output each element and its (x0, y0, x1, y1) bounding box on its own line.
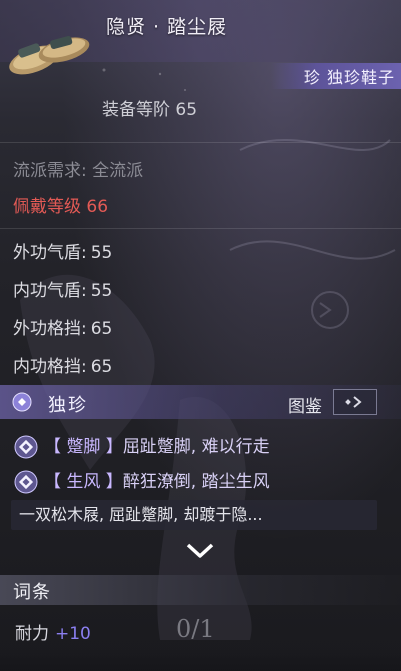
stat-row: 外功气盾: 55 (13, 238, 112, 263)
bottom-fade (0, 648, 401, 671)
divider (0, 228, 401, 229)
stat-label: 外功格挡: (13, 319, 87, 339)
affix-header (0, 575, 401, 605)
sandals-icon (9, 35, 90, 75)
stat-value: 65 (90, 319, 113, 339)
chevron-right-icon (345, 396, 362, 408)
stat-value: 55 (90, 281, 113, 301)
school-requirement: 流派需求: 全流派 (13, 161, 144, 181)
affix-value: +10 (55, 624, 91, 644)
expand-chevron-icon[interactable] (182, 540, 218, 562)
affix-title: 词条 (13, 582, 51, 603)
set-quality-icon (12, 392, 32, 412)
quality-tag-label: 珍 独珍鞋子 (303, 68, 395, 87)
stat-row: 内功气盾: 55 (13, 276, 112, 301)
item-description: 一双松木屐, 屈趾蹩脚, 却踱于隐... (11, 500, 377, 530)
effect-tag: 【 蹩脚 】 (44, 437, 123, 457)
effect-tag: 【 生风 】 (44, 472, 123, 492)
effect-text: 醉狂潦倒, 踏尘生风 (122, 472, 270, 492)
divider (0, 142, 401, 143)
gear-level: 装备等阶 65 (102, 100, 198, 120)
stat-value: 65 (90, 357, 113, 377)
stat-row: 内功格挡: 65 (13, 352, 112, 377)
codex-label[interactable]: 图鉴 (288, 392, 322, 417)
stat-label: 外功气盾: (13, 243, 87, 263)
stat-row: 外功格挡: 65 (13, 314, 112, 339)
effect-text: 屈趾蹩脚, 难以行走 (122, 437, 270, 457)
level-requirement: 佩戴等级 66 (13, 197, 109, 217)
set-effect-row[interactable]: 【 蹩脚 】屈趾蹩脚, 难以行走 (14, 432, 270, 459)
effect-diamond-icon (14, 435, 38, 459)
stat-label: 内功气盾: (13, 281, 87, 301)
item-title: 隐贤 · 踏尘屐 (106, 16, 228, 38)
item-tooltip-panel: 隐贤 · 踏尘屐 珍 独珍鞋子 装备等阶 65 流派需求: 全流派 佩戴等级 6… (0, 0, 401, 671)
affix-label: 耐力 (15, 624, 49, 644)
effect-diamond-icon (14, 470, 38, 494)
set-name: 独珍 (48, 395, 88, 416)
set-effect-row[interactable]: 【 生风 】醉狂潦倒, 踏尘生风 (14, 467, 270, 494)
affix-row: 耐力 +10 (15, 619, 91, 644)
affix-counter: 0/1 (176, 615, 215, 643)
codex-button[interactable] (333, 389, 377, 415)
stat-label: 内功格挡: (13, 357, 87, 377)
stat-value: 55 (90, 243, 113, 263)
quality-tag: 珍 独珍鞋子 (271, 63, 401, 89)
